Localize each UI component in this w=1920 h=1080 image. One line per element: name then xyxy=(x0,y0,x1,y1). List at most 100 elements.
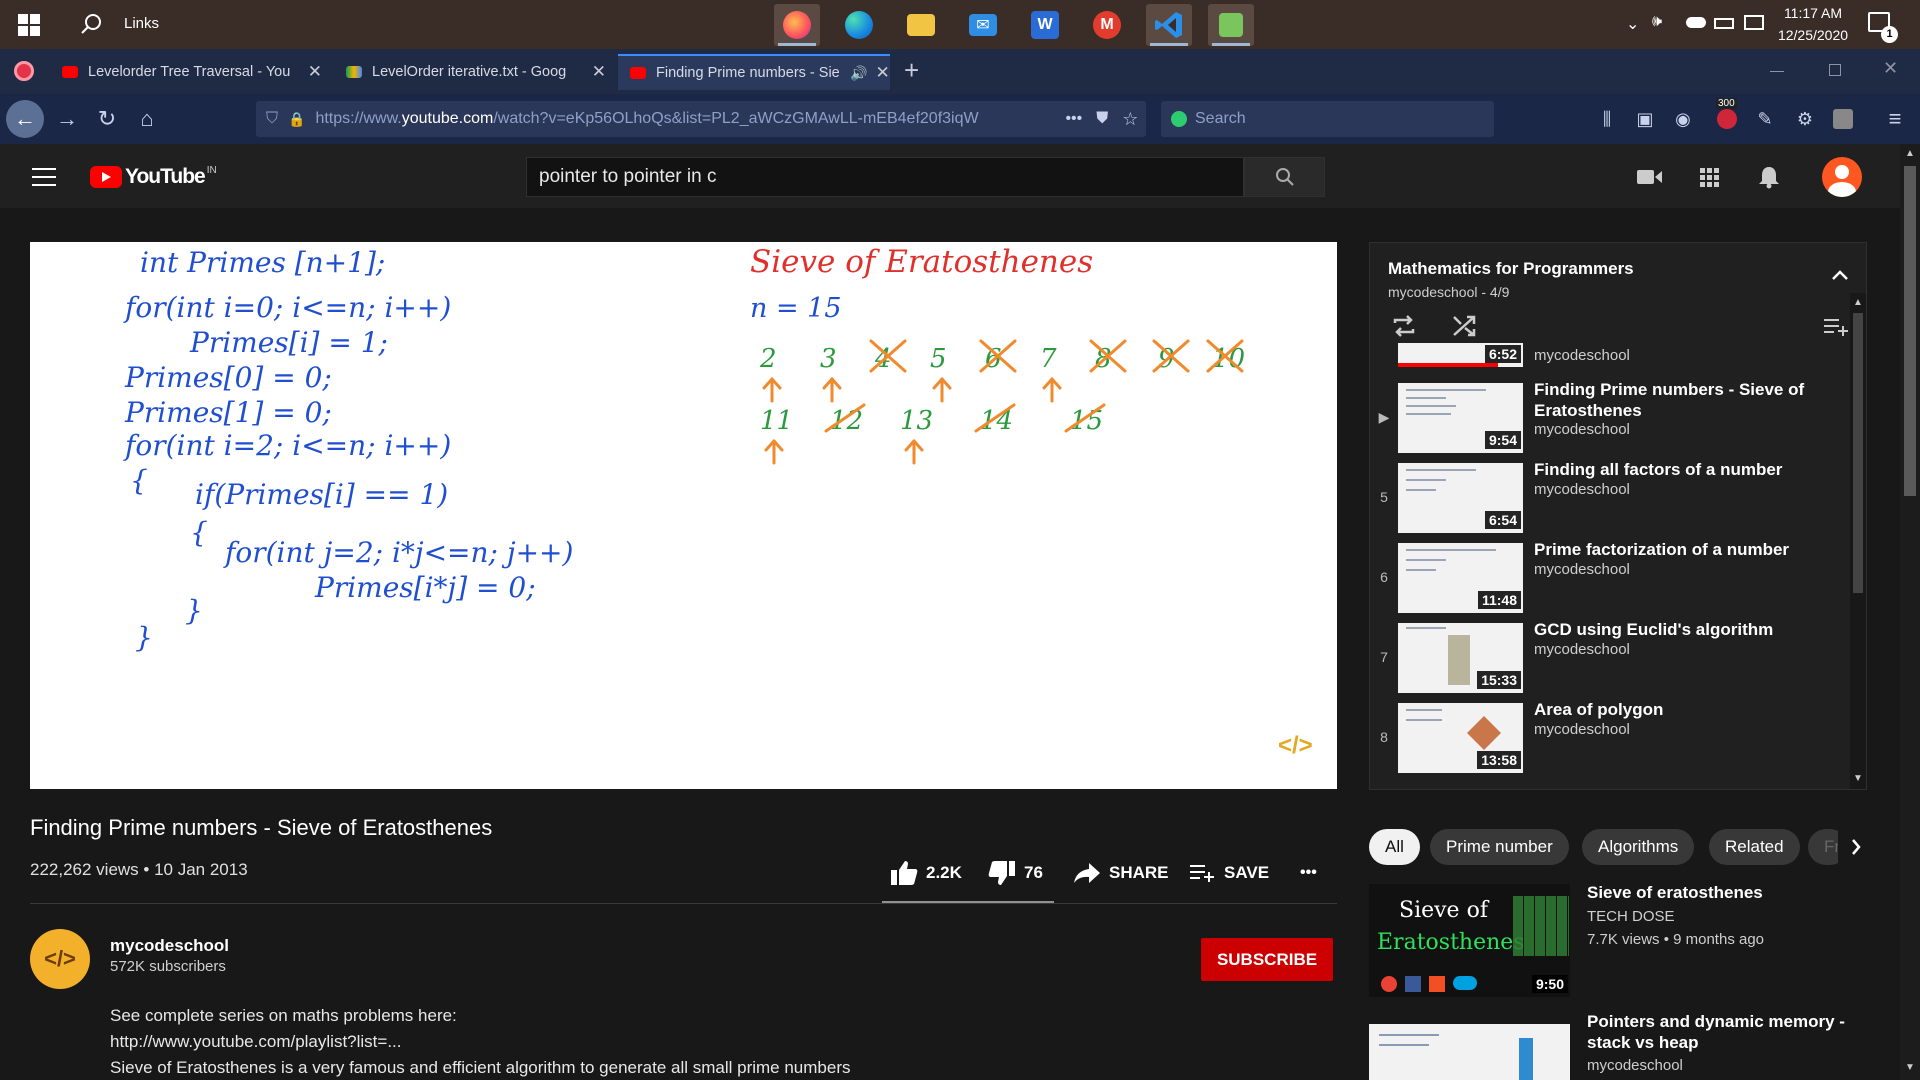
tab-levelorder-txt[interactable]: LevelOrder iterative.txt - Goog ✕ xyxy=(334,54,606,90)
close-tab-icon[interactable]: ✕ xyxy=(875,63,889,83)
more-actions-icon[interactable]: ••• xyxy=(1300,858,1317,888)
volume-icon[interactable]: 🕪 xyxy=(1652,13,1662,31)
network-icon[interactable] xyxy=(1744,15,1764,30)
scrollbar-thumb[interactable] xyxy=(1853,313,1863,593)
chip-all[interactable]: All xyxy=(1369,829,1420,865)
scroll-up-icon[interactable]: ▲ xyxy=(1853,297,1863,308)
onedrive-icon[interactable] xyxy=(1686,17,1706,28)
translate-extension-icon[interactable] xyxy=(1828,104,1858,134)
restore-window-icon[interactable] xyxy=(1829,64,1841,76)
scroll-down-icon[interactable]: ▼ xyxy=(1853,773,1863,784)
playlist-item[interactable]: 6:52 mycodeschool xyxy=(1370,343,1850,377)
scroll-up-icon[interactable]: ▲ xyxy=(1905,148,1915,159)
youtube-logo[interactable]: YouTube IN xyxy=(90,165,217,189)
firefox-app-icon[interactable] xyxy=(774,4,820,46)
subscribe-button[interactable]: SUBSCRIBE xyxy=(1201,938,1333,981)
bookmark-star-icon[interactable]: ☆ xyxy=(1122,109,1138,130)
page-scrollbar[interactable]: ▲ ▼ xyxy=(1900,144,1920,1080)
playlist-title[interactable]: Mathematics for Programmers xyxy=(1388,259,1634,279)
loop-playlist-icon[interactable] xyxy=(1392,315,1416,342)
apps-grid-icon[interactable] xyxy=(1700,168,1720,193)
chip-prime-number[interactable]: Prime number xyxy=(1430,829,1569,865)
browser-search-field[interactable]: Search xyxy=(1161,101,1494,137)
scroll-down-icon[interactable]: ▼ xyxy=(1905,1062,1915,1073)
url-bar[interactable]: ⛉ 🔒 https://www.youtube.com/watch?v=eKp5… xyxy=(256,101,1146,137)
browser-menu-icon[interactable]: ≡ xyxy=(1880,104,1910,134)
tab-levelorder-traversal[interactable]: Levelorder Tree Traversal - You ✕ xyxy=(50,54,322,90)
channel-name[interactable]: mycodeschool xyxy=(110,936,229,956)
video-player[interactable]: int Primes [n+1]; for(int i=0; i<=n; i++)… xyxy=(30,242,1337,789)
playlist-item[interactable]: 5 6:54 Finding all factors of a number m… xyxy=(1370,460,1850,543)
extension-icon[interactable]: ⚙ xyxy=(1790,104,1820,134)
like-button[interactable]: 2.2K xyxy=(890,858,962,888)
collapse-playlist-icon[interactable] xyxy=(1832,267,1848,285)
search-engine-icon[interactable] xyxy=(1171,111,1187,127)
recommendation-thumbnail[interactable] xyxy=(1369,1024,1570,1080)
video-duration: 11:48 xyxy=(1477,591,1521,609)
screenshot-extension-icon[interactable]: ✎ xyxy=(1750,104,1780,134)
sidebar-icon[interactable]: ▣ xyxy=(1630,104,1660,134)
recommendation-thumbnail[interactable]: Sieve of Eratosthenes 9:50 xyxy=(1369,884,1570,997)
close-window-icon[interactable]: ✕ xyxy=(1883,58,1898,79)
youtube-search-input[interactable]: pointer to pointer in c xyxy=(526,157,1244,197)
close-tab-icon[interactable]: ✕ xyxy=(592,62,606,82)
create-video-icon[interactable] xyxy=(1637,168,1663,191)
gmail-app-icon[interactable]: M xyxy=(1084,4,1130,46)
playlist-subtitle[interactable]: mycodeschool - 4/9 xyxy=(1388,284,1509,300)
tracking-shield-icon[interactable]: ⛉ xyxy=(266,110,278,128)
hamburger-menu-icon[interactable] xyxy=(32,168,56,191)
playlist-item[interactable]: 6 11:48 Prime factorization of a number … xyxy=(1370,540,1850,623)
tab-finding-prime-numbers[interactable]: Finding Prime numbers - Sie 🔊 ✕ xyxy=(618,54,890,90)
save-button[interactable]: SAVE xyxy=(1190,858,1269,888)
shuffle-icon[interactable] xyxy=(1452,315,1476,342)
clock-date[interactable]: 12/25/2020 xyxy=(1772,27,1854,43)
recommendation-channel[interactable]: TECH DOSE xyxy=(1587,908,1675,925)
edge-app-icon[interactable] xyxy=(836,4,882,46)
user-avatar[interactable] xyxy=(1822,157,1862,197)
playlist-item[interactable]: 8 13:58 Area of polygon mycodeschool xyxy=(1370,700,1850,783)
library-icon[interactable]: ⫼ xyxy=(1592,104,1622,134)
pocket-icon[interactable]: ⛊ xyxy=(1096,110,1108,128)
description-link[interactable]: http://www.youtube.com/playlist?list=... xyxy=(110,1032,402,1052)
home-icon[interactable]: ⌂ xyxy=(132,104,162,134)
playlist-item[interactable]: 7 15:33 GCD using Euclid's algorithm myc… xyxy=(1370,620,1850,703)
close-tab-icon[interactable]: ✕ xyxy=(308,62,322,82)
share-button[interactable]: SHARE xyxy=(1073,858,1169,888)
channel-avatar[interactable]: </> xyxy=(30,929,90,989)
vscode-app-icon[interactable] xyxy=(1146,4,1192,46)
save-playlist-icon[interactable] xyxy=(1824,317,1850,342)
battery-icon[interactable] xyxy=(1714,18,1734,29)
playlist-item-current[interactable]: ▶ 9:54 Finding Prime numbers - Sieve of … xyxy=(1370,380,1850,463)
account-icon[interactable]: ◉ xyxy=(1668,104,1698,134)
recommendation-title[interactable]: Sieve of eratosthenes xyxy=(1587,882,1877,903)
notepad-app-icon[interactable] xyxy=(1208,4,1254,46)
page-actions-icon[interactable]: ••• xyxy=(1065,110,1082,128)
notifications-bell-icon[interactable] xyxy=(1758,165,1780,194)
forward-button[interactable]: → xyxy=(52,104,82,134)
reload-icon[interactable]: ↻ xyxy=(92,104,122,134)
brand-logos-graphic xyxy=(1381,976,1477,992)
mail-app-icon[interactable]: ✉ xyxy=(960,4,1006,46)
youtube-search-button[interactable] xyxy=(1244,157,1325,197)
recommendation-title[interactable]: Pointers and dynamic memory - stack vs h… xyxy=(1587,1011,1877,1053)
word-app-icon[interactable]: W xyxy=(1022,4,1068,46)
file-explorer-icon[interactable] xyxy=(898,4,944,46)
back-button[interactable]: ← xyxy=(6,100,44,138)
chips-next-icon[interactable] xyxy=(1838,829,1874,865)
playlist-scrollbar[interactable]: ▲ ▼ xyxy=(1850,293,1866,789)
new-tab-button[interactable]: + xyxy=(904,55,919,86)
scrollbar-thumb[interactable] xyxy=(1904,166,1916,496)
pocket-recording-icon[interactable] xyxy=(14,61,34,81)
windows-start-icon[interactable] xyxy=(18,14,40,36)
dislike-button[interactable]: 76 xyxy=(988,858,1043,888)
recommendation-channel[interactable]: mycodeschool xyxy=(1587,1057,1683,1074)
tray-chevron-icon[interactable]: ⌄ xyxy=(1626,14,1639,34)
taskbar-search-label[interactable]: Links xyxy=(124,15,159,32)
chip-related[interactable]: Related xyxy=(1709,829,1800,865)
tab-audio-icon[interactable]: 🔊 xyxy=(850,65,867,82)
chip-algorithms[interactable]: Algorithms xyxy=(1582,829,1695,865)
minimize-window-icon[interactable] xyxy=(1770,71,1784,72)
browser-nav-bar: ← → ↻ ⌂ ⛉ 🔒 https://www.youtube.com/watc… xyxy=(0,94,1920,144)
clock-time[interactable]: 11:17 AM xyxy=(1778,5,1848,21)
taskbar-search-icon[interactable] xyxy=(80,13,102,40)
